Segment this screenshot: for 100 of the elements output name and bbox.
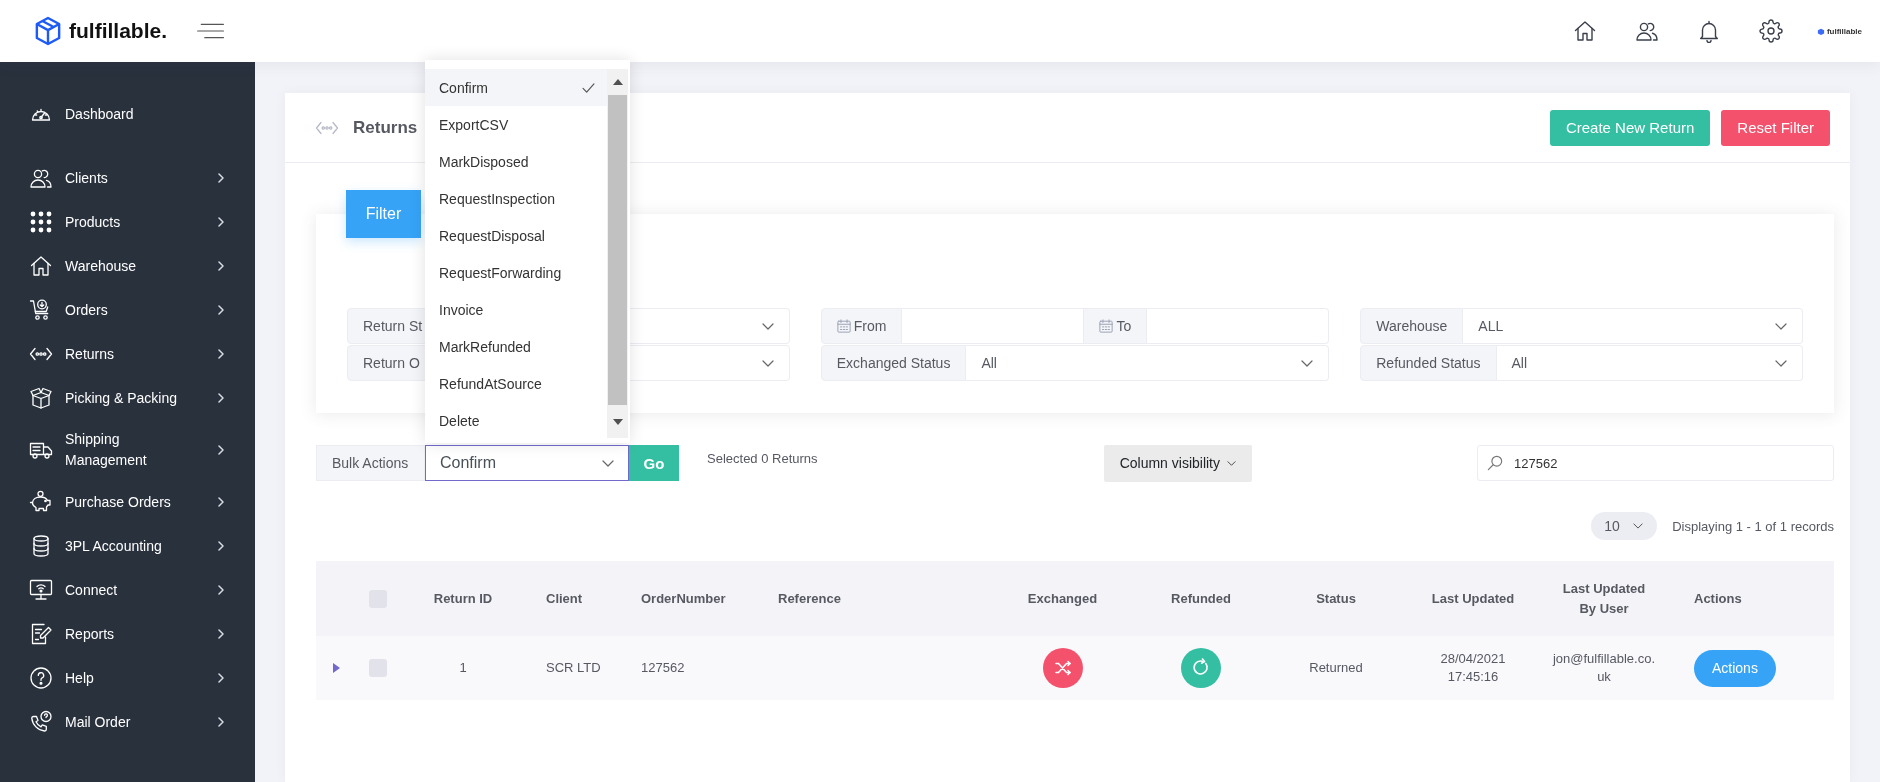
chevron-right-icon bbox=[218, 445, 224, 455]
chevron-right-icon bbox=[218, 349, 224, 359]
selection-count: Selected 0 Returns bbox=[707, 451, 818, 466]
package-icon bbox=[29, 386, 53, 410]
piggy-bank-icon bbox=[29, 490, 53, 514]
order-number: 127562 bbox=[641, 659, 685, 677]
status-text: Returned bbox=[1309, 659, 1363, 677]
sidebar-item[interactable]: Dashboard bbox=[0, 92, 255, 136]
bulk-actions-label: Bulk Actions bbox=[316, 445, 425, 481]
chevron-right-icon bbox=[218, 585, 224, 595]
scrollbar-track[interactable] bbox=[607, 69, 628, 438]
sidebar-item[interactable]: Purchase Orders bbox=[0, 480, 255, 524]
client-name: SCR LTD bbox=[546, 659, 601, 677]
chevron-right-icon bbox=[218, 541, 224, 551]
field-label: Exchanged Status bbox=[820, 345, 967, 381]
cube-logo-icon bbox=[35, 16, 61, 46]
dropdown-option[interactable]: ExportCSV bbox=[425, 106, 607, 143]
sidebar-item[interactable]: Reports bbox=[0, 612, 255, 656]
search-field[interactable]: 127562 bbox=[1477, 445, 1834, 481]
chevron-down-icon bbox=[1775, 359, 1787, 367]
calendar-icon bbox=[836, 319, 851, 333]
sidebar-item[interactable]: Clients bbox=[0, 156, 255, 200]
chevron-down-icon bbox=[761, 322, 774, 330]
refresh-icon[interactable] bbox=[1181, 648, 1221, 688]
chevron-right-icon bbox=[218, 497, 224, 507]
dropdown-option[interactable]: RequestInspection bbox=[425, 180, 607, 217]
column-header: Reference bbox=[778, 589, 841, 608]
house-icon bbox=[29, 254, 53, 278]
phone-icon bbox=[29, 710, 53, 734]
label-text: From bbox=[853, 318, 887, 334]
triangle-down-icon[interactable] bbox=[612, 418, 623, 425]
sidebar-item[interactable]: Mail Order bbox=[0, 700, 255, 744]
field-label: Refunded Status bbox=[1360, 345, 1497, 381]
sidebar-item[interactable]: Products bbox=[0, 200, 255, 244]
chevron-right-icon bbox=[218, 261, 224, 271]
settings-icon[interactable] bbox=[1758, 19, 1783, 43]
column-header: Status bbox=[1316, 589, 1356, 608]
sidebar-item[interactable]: Warehouse bbox=[0, 244, 255, 288]
column-header: Refunded bbox=[1171, 589, 1231, 608]
column-header: Return ID bbox=[433, 589, 493, 608]
check-icon bbox=[582, 82, 595, 93]
help-icon bbox=[29, 666, 53, 690]
triangle-right-icon[interactable] bbox=[332, 663, 340, 673]
user-email: jon@fulfillable.co.uk bbox=[1552, 650, 1656, 686]
house-icon[interactable] bbox=[1572, 19, 1597, 43]
label-text: To bbox=[1116, 318, 1132, 334]
chevron-down-icon bbox=[1775, 322, 1787, 330]
brand-name: fulfillable. bbox=[69, 19, 167, 43]
chevron-down-icon bbox=[761, 359, 774, 367]
records-info: Displaying 1 - 1 of 1 records bbox=[1672, 518, 1834, 534]
select-field[interactable]: All bbox=[966, 345, 1330, 381]
chevron-right-icon bbox=[218, 305, 224, 315]
shuffle-icon[interactable] bbox=[1042, 648, 1083, 688]
sidebar-item[interactable]: Connect bbox=[0, 568, 255, 612]
bulk-action-select[interactable]: Confirm bbox=[425, 445, 629, 481]
chevron-down-icon bbox=[1227, 460, 1236, 466]
page-size-select[interactable]: 10 bbox=[1591, 512, 1658, 540]
select-field[interactable]: All bbox=[1496, 345, 1803, 381]
chevron-down-icon bbox=[1301, 359, 1314, 367]
select-field[interactable]: ALL bbox=[1463, 308, 1803, 344]
column-header: OrderNumber bbox=[641, 589, 726, 608]
menu-icon[interactable] bbox=[197, 23, 225, 39]
dropdown-option[interactable]: Delete bbox=[425, 402, 607, 439]
chevron-right-icon bbox=[218, 173, 224, 183]
triangle-up-icon[interactable] bbox=[612, 79, 623, 85]
dropdown-option[interactable]: RequestForwarding bbox=[425, 254, 607, 291]
chevron-right-icon bbox=[218, 629, 224, 639]
sidebar-item[interactable]: Orders bbox=[0, 288, 255, 332]
sidebar-item[interactable]: 3PL Accounting bbox=[0, 524, 255, 568]
chevron-down-icon bbox=[1633, 523, 1644, 529]
chevron-down-icon bbox=[602, 459, 614, 467]
dots-grid-icon bbox=[29, 210, 53, 234]
logo-mark-icon bbox=[1816, 27, 1825, 35]
search-icon bbox=[1487, 455, 1503, 471]
scrollbar-thumb[interactable] bbox=[608, 95, 627, 405]
column-header: Last Updated By User bbox=[1561, 579, 1647, 618]
dropdown-option[interactable]: MarkDisposed bbox=[425, 143, 607, 180]
chevron-right-icon bbox=[218, 217, 224, 227]
sidebar-item[interactable]: Picking & Packing bbox=[0, 376, 255, 420]
account-brand-name: fulfillable bbox=[1826, 26, 1862, 36]
ellipsis-brackets-icon bbox=[315, 120, 339, 135]
sidebar-item[interactable]: Help bbox=[0, 656, 255, 700]
chevron-right-icon bbox=[218, 717, 224, 727]
column-header: Client bbox=[546, 589, 583, 608]
chevron-right-icon bbox=[218, 393, 224, 403]
column-header: Actions bbox=[1694, 589, 1742, 608]
column-header: Last Updated bbox=[1431, 589, 1515, 608]
page-title: Returns bbox=[353, 117, 418, 138]
document-pen-icon bbox=[29, 622, 53, 646]
dropdown-option[interactable]: Confirm bbox=[425, 69, 607, 106]
monitor-icon bbox=[29, 578, 53, 602]
dropdown-option[interactable]: RequestDisposal bbox=[425, 217, 607, 254]
column-header: Exchanged bbox=[1027, 589, 1098, 608]
column-visibility-button[interactable]: Column visibility bbox=[1103, 444, 1252, 482]
field-label: Warehouse bbox=[1360, 308, 1464, 344]
chevron-right-icon bbox=[218, 673, 224, 683]
sidebar-item[interactable]: Shipping Management bbox=[0, 420, 255, 480]
last-updated: 28/04/2021 17:45:16 bbox=[1439, 650, 1507, 686]
calendar-icon bbox=[1099, 319, 1114, 333]
sidebar-item[interactable]: Returns bbox=[0, 332, 255, 376]
